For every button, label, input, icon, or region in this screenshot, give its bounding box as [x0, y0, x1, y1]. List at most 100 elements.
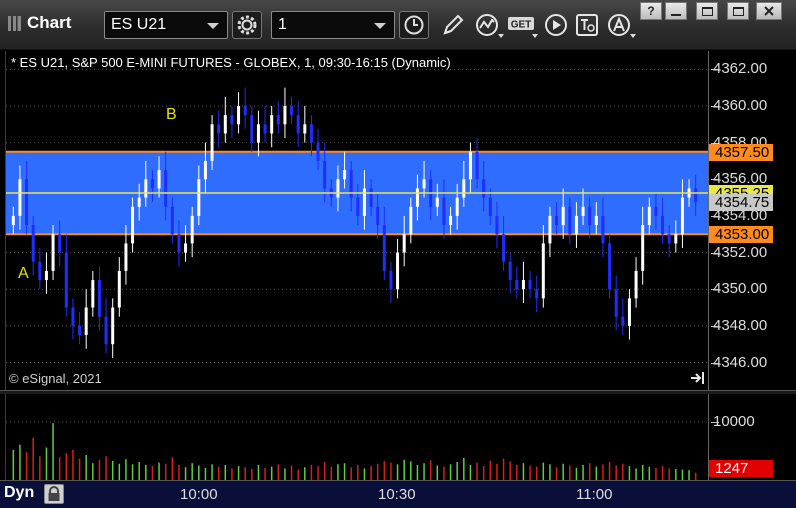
price-pane[interactable]: * ES U21, S&P 500 E-MINI FUTURES - GLOBE…: [5, 51, 708, 390]
interval-combo[interactable]: 1: [271, 11, 395, 39]
alerts-button[interactable]: [604, 11, 636, 39]
play-icon: [545, 14, 567, 36]
window-title: Chart: [8, 13, 71, 33]
band-upper-marker: 4357.50: [709, 143, 773, 161]
price-label: 4362.00: [713, 60, 768, 78]
candle-body: [614, 289, 618, 317]
candle-body: [541, 243, 545, 299]
candle-body: [535, 289, 539, 299]
candle-body: [376, 206, 380, 226]
candle-body: [680, 197, 684, 235]
candle-body: [415, 188, 419, 207]
candle-body: [84, 307, 88, 336]
volume-axis-label: 10000: [713, 413, 755, 430]
candle-body: [270, 115, 274, 134]
candle-body: [51, 234, 55, 271]
candle-body: [343, 170, 347, 180]
close-icon: [764, 6, 774, 16]
candle-body: [475, 151, 479, 180]
volume-chart: [6, 421, 708, 480]
study-wave-icon: [476, 14, 498, 36]
window-title-text: Chart: [27, 13, 72, 32]
close-button[interactable]: [756, 2, 782, 20]
pencil-icon: [443, 14, 464, 35]
candle-body: [396, 252, 400, 290]
candle-body: [641, 225, 645, 271]
minimize-button[interactable]: [665, 2, 687, 20]
candle-body: [528, 280, 532, 290]
candle-body: [621, 316, 625, 326]
annotation-b: B: [166, 106, 177, 123]
time-label-1100: 11:00: [576, 486, 613, 503]
candle-body: [389, 270, 393, 290]
candle-body: [38, 261, 42, 281]
candle-body: [369, 188, 373, 207]
price-label: 4360.00: [713, 96, 768, 114]
candle-body: [303, 124, 307, 134]
symbol-settings-button[interactable]: [232, 11, 262, 39]
help-icon: ?: [647, 4, 655, 18]
collapse-arrow-button[interactable]: [690, 371, 706, 385]
get-data-button[interactable]: GET: [506, 11, 538, 39]
restore-button[interactable]: [696, 2, 718, 20]
symbol-combo[interactable]: ES U21: [104, 11, 228, 39]
candle-body: [210, 124, 214, 161]
candle-body: [58, 234, 62, 253]
get-label: GET: [511, 20, 532, 31]
candle-body: [190, 215, 194, 244]
volume-axis[interactable]: 10000 1247: [708, 394, 796, 480]
get-icon: GET: [508, 17, 534, 31]
chart-window-icon: [8, 15, 21, 31]
candle-body: [488, 197, 492, 216]
candle-body: [44, 270, 48, 281]
candle-body: [422, 179, 426, 189]
candle-body: [409, 206, 413, 235]
candle-body: [170, 206, 174, 235]
price-label: 4352.00: [713, 243, 768, 261]
candle-body: [283, 105, 287, 125]
lock-icon: [48, 486, 60, 501]
annotation-a: A: [18, 265, 29, 282]
draw-tool-button[interactable]: [438, 11, 468, 39]
candle-body: [11, 215, 15, 226]
candle-body: [18, 179, 22, 216]
time-axis[interactable]: Dyn 10:00 10:30 11:00: [0, 480, 796, 508]
price-axis[interactable]: 4362.00 4360.00 4358.00 4356.00 4354.00 4352.…: [708, 51, 796, 390]
candle-body: [276, 115, 280, 125]
play-button[interactable]: [541, 11, 571, 39]
candle-body: [203, 160, 207, 180]
candle-body: [25, 179, 29, 226]
lock-button[interactable]: [44, 484, 64, 504]
candle-body: [402, 234, 406, 253]
candle-body: [223, 115, 227, 134]
candle-body: [462, 179, 466, 198]
candle-body: [674, 234, 678, 244]
candle-body: [91, 280, 95, 308]
candle-body: [435, 197, 439, 207]
candle-body: [316, 142, 320, 161]
candle-body: [31, 225, 35, 262]
time-template-icon: [576, 14, 598, 36]
maximize-button[interactable]: [727, 2, 749, 20]
candle-body: [634, 270, 638, 299]
candle-body: [468, 151, 472, 180]
candle-body: [442, 197, 446, 226]
minimize-icon: [671, 13, 681, 16]
restore-icon: [701, 6, 713, 16]
candle-body: [104, 316, 108, 345]
candle-body: [581, 206, 585, 216]
dynamic-mode-label: Dyn: [4, 484, 35, 501]
candle-body: [263, 124, 267, 134]
price-label: 4350.00: [713, 280, 768, 298]
gear-icon: [237, 15, 257, 35]
candle-body: [230, 115, 234, 125]
price-label: 4346.00: [713, 353, 768, 371]
time-template-button[interactable]: [572, 11, 602, 39]
chart-header: * ES U21, S&P 500 E-MINI FUTURES - GLOBE…: [11, 55, 451, 70]
interval-clock-button[interactable]: [399, 11, 429, 39]
studies-button[interactable]: [472, 11, 504, 39]
volume-pane[interactable]: [5, 394, 708, 480]
candle-body: [654, 206, 658, 216]
candle-body: [117, 270, 121, 308]
help-button[interactable]: ?: [640, 2, 662, 20]
